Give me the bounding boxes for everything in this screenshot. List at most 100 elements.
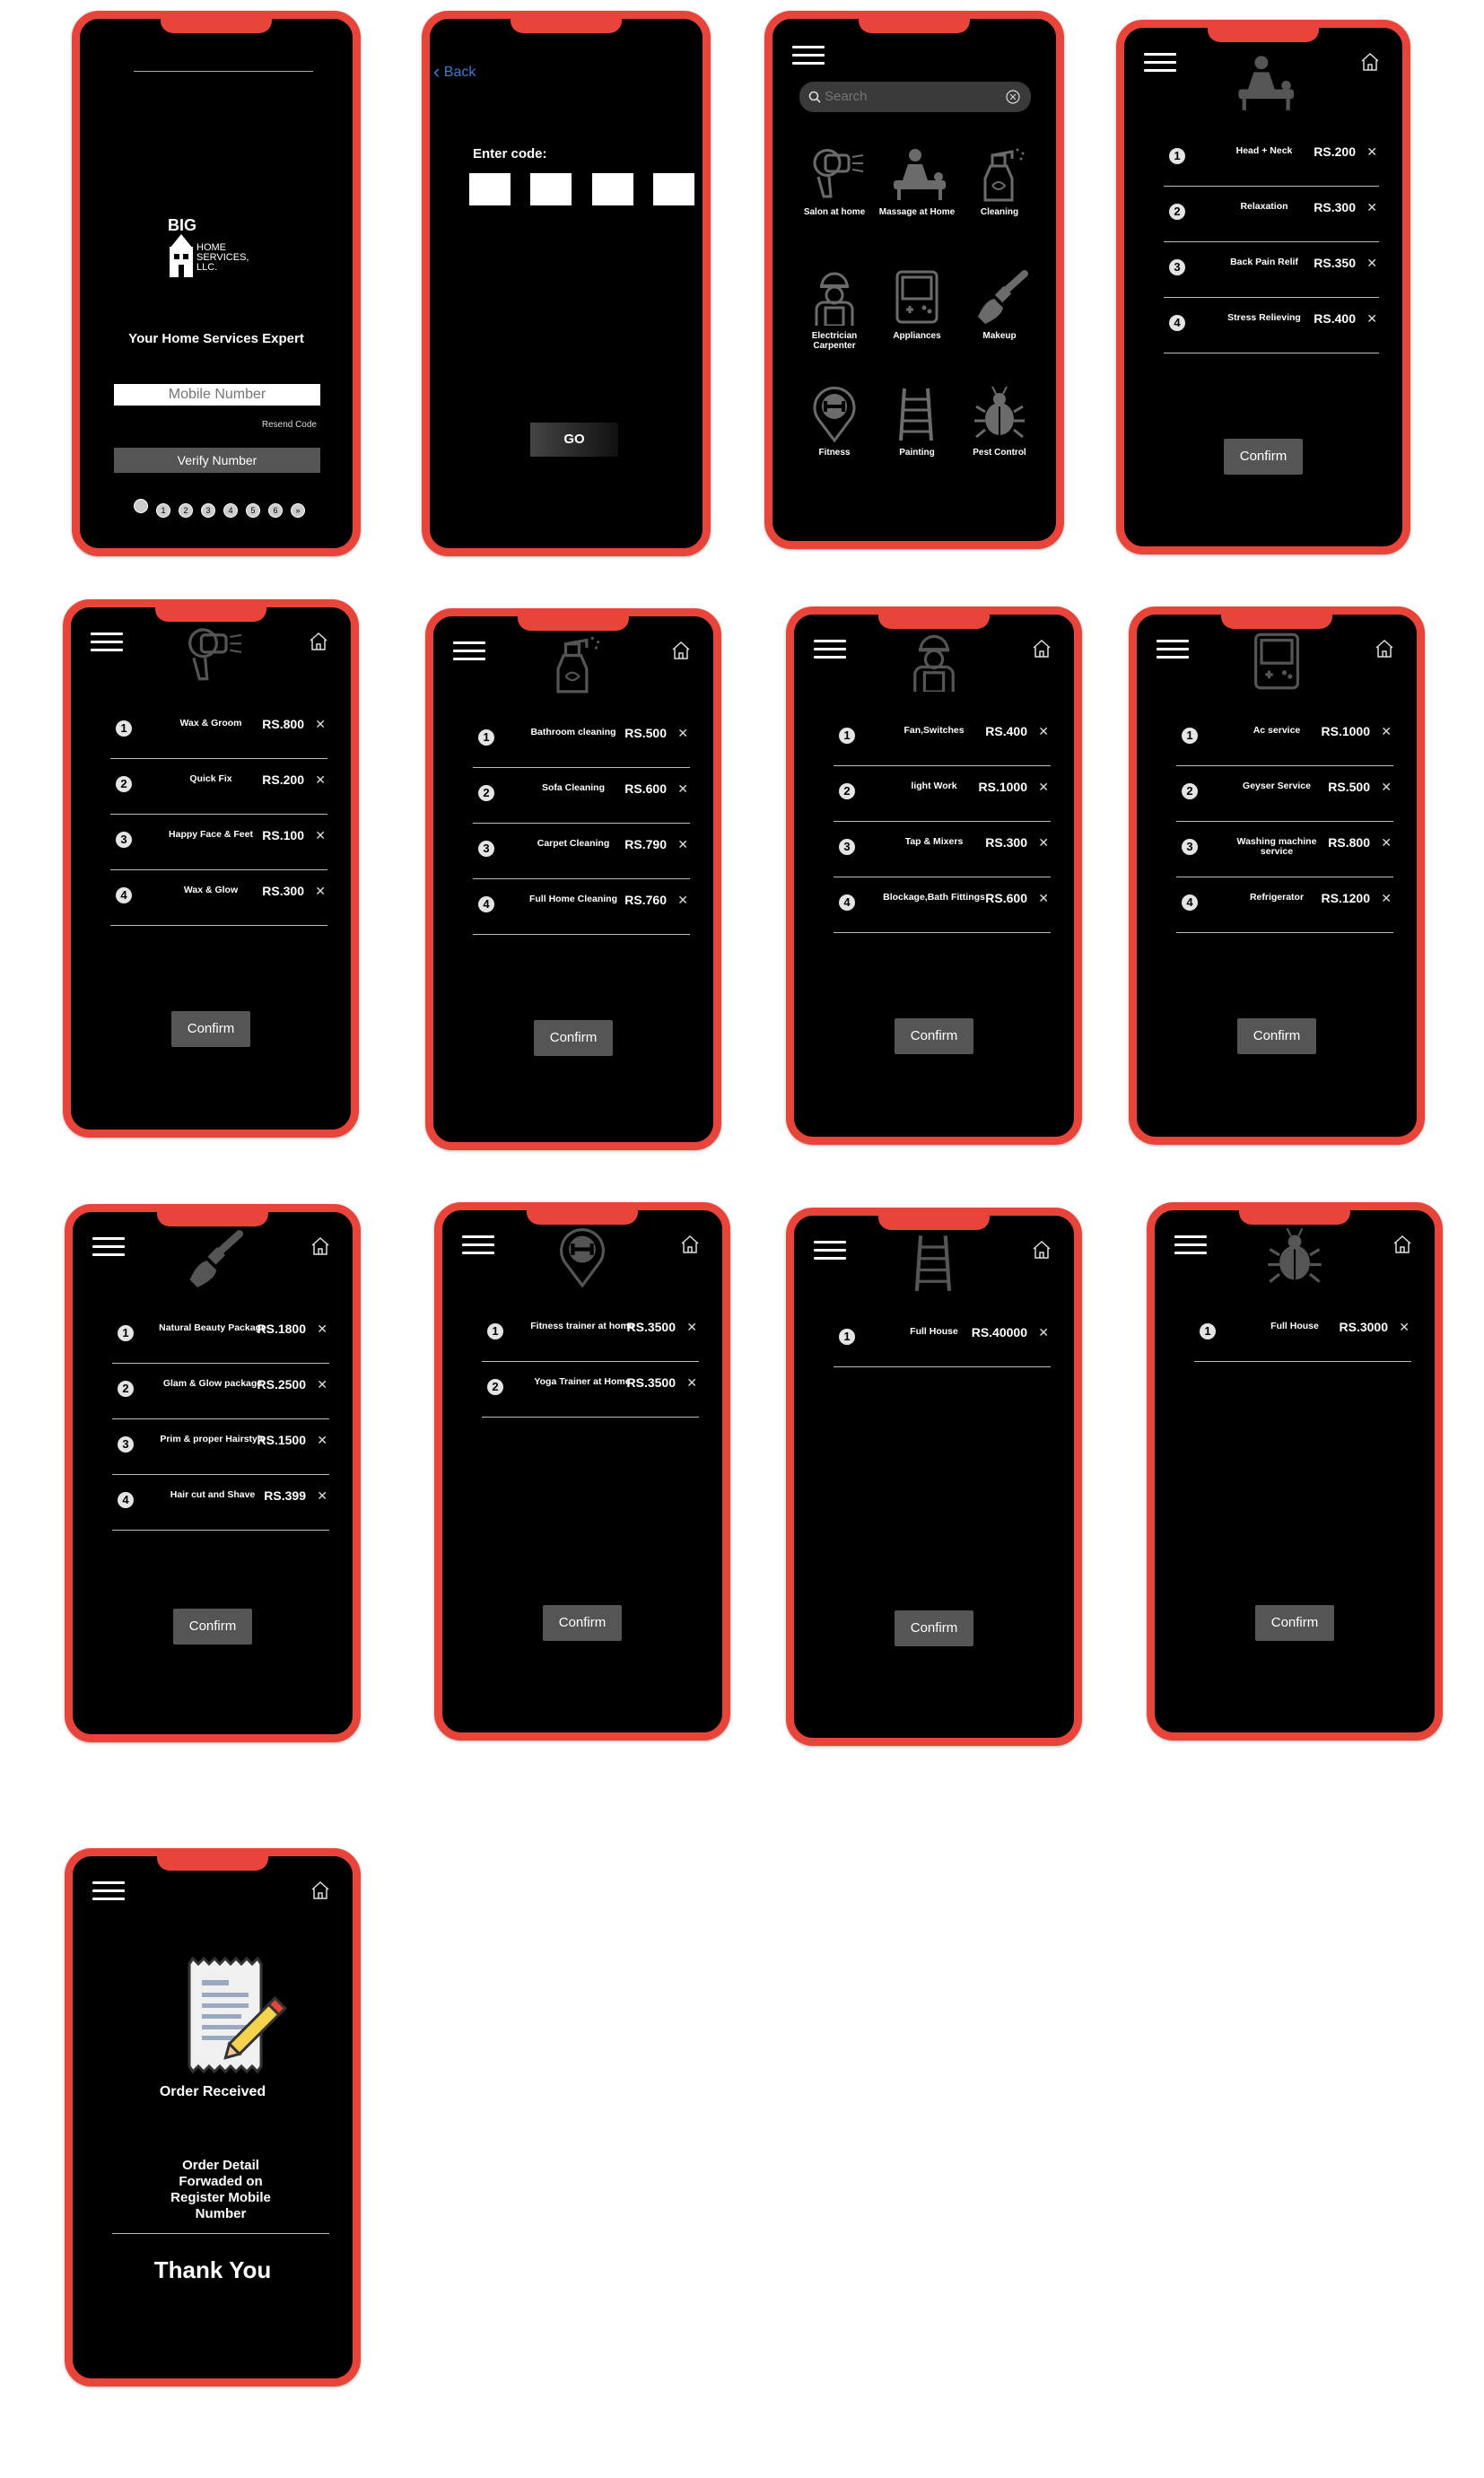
- service-tile[interactable]: Salon at home: [794, 144, 875, 217]
- confirm-button[interactable]: Confirm: [171, 1011, 250, 1047]
- service-tile[interactable]: Massage at Home: [877, 144, 957, 217]
- search-input[interactable]: [825, 87, 986, 105]
- service-row[interactable]: 3 Prim & proper Hairstyle RS.1500 ✕: [112, 1422, 329, 1475]
- service-row[interactable]: 1 Head + Neck RS.200 ✕: [1164, 134, 1379, 187]
- service-tile[interactable]: Electrician Carpenter: [794, 268, 875, 351]
- code-digit-1[interactable]: [469, 173, 511, 205]
- back-button[interactable]: ‹ Back: [433, 60, 476, 83]
- remove-icon[interactable]: ✕: [317, 1488, 327, 1504]
- remove-icon[interactable]: ✕: [317, 1377, 327, 1392]
- remove-icon[interactable]: ✕: [686, 1375, 697, 1391]
- service-row[interactable]: 3 Happy Face & Feet RS.100 ✕: [110, 817, 327, 870]
- remove-icon[interactable]: ✕: [1381, 724, 1392, 739]
- remove-icon[interactable]: ✕: [686, 1320, 697, 1335]
- remove-icon[interactable]: ✕: [315, 828, 326, 843]
- home-icon[interactable]: [1392, 1234, 1413, 1255]
- remove-icon[interactable]: ✕: [1366, 200, 1377, 215]
- service-tile[interactable]: Appliances: [877, 268, 957, 341]
- service-tile[interactable]: Painting: [877, 385, 957, 458]
- hamburger-menu-icon[interactable]: [792, 46, 825, 65]
- service-row[interactable]: 2 light Work RS.1000 ✕: [834, 769, 1051, 822]
- home-icon[interactable]: [670, 640, 692, 661]
- service-row[interactable]: 3 Washing machine service RS.800 ✕: [1176, 825, 1393, 877]
- remove-icon[interactable]: ✕: [1038, 835, 1049, 851]
- remove-icon[interactable]: ✕: [1038, 780, 1049, 795]
- remove-icon[interactable]: ✕: [1366, 256, 1377, 271]
- home-icon[interactable]: [1031, 1239, 1052, 1261]
- home-icon[interactable]: [310, 1235, 331, 1257]
- confirm-button[interactable]: Confirm: [1237, 1018, 1316, 1054]
- code-digit-3[interactable]: [592, 173, 633, 205]
- service-row[interactable]: 2 Sofa Cleaning RS.600 ✕: [473, 771, 690, 824]
- confirm-button[interactable]: Confirm: [543, 1605, 622, 1641]
- remove-icon[interactable]: ✕: [677, 726, 688, 741]
- remove-icon[interactable]: ✕: [1366, 144, 1377, 160]
- service-row[interactable]: 1 Ac service RS.1000 ✕: [1176, 713, 1393, 766]
- hamburger-menu-icon[interactable]: [91, 633, 123, 652]
- remove-icon[interactable]: ✕: [1381, 780, 1392, 795]
- service-row[interactable]: 1 Bathroom cleaning RS.500 ✕: [473, 715, 690, 768]
- remove-icon[interactable]: ✕: [315, 717, 326, 732]
- service-row[interactable]: 3 Tap & Mixers RS.300 ✕: [834, 825, 1051, 877]
- service-row[interactable]: 4 Blockage,Bath Fittings RS.600 ✕: [834, 880, 1051, 933]
- service-row[interactable]: 1 Fitness trainer at home RS.3500 ✕: [482, 1309, 699, 1362]
- mobile-number-input[interactable]: [114, 384, 320, 406]
- remove-icon[interactable]: ✕: [1038, 891, 1049, 906]
- page-dot[interactable]: 1: [156, 503, 170, 518]
- remove-icon[interactable]: ✕: [315, 772, 326, 788]
- confirm-button[interactable]: Confirm: [1224, 439, 1303, 475]
- service-tile[interactable]: Cleaning: [959, 144, 1040, 217]
- code-digit-2[interactable]: [530, 173, 572, 205]
- home-icon[interactable]: [308, 631, 329, 652]
- home-icon[interactable]: [1374, 638, 1395, 659]
- service-row[interactable]: 1 Full House RS.3000 ✕: [1194, 1309, 1411, 1362]
- page-dot[interactable]: 5: [246, 503, 260, 518]
- clear-search-icon[interactable]: [1006, 90, 1020, 104]
- home-icon[interactable]: [1031, 638, 1052, 659]
- hamburger-menu-icon[interactable]: [1144, 53, 1176, 73]
- remove-icon[interactable]: ✕: [1381, 835, 1392, 851]
- confirm-button[interactable]: Confirm: [534, 1020, 613, 1056]
- hamburger-menu-icon[interactable]: [1157, 640, 1189, 659]
- confirm-button[interactable]: Confirm: [895, 1018, 973, 1054]
- service-row[interactable]: 4 Refrigerator RS.1200 ✕: [1176, 880, 1393, 933]
- service-row[interactable]: 4 Full Home Cleaning RS.760 ✕: [473, 882, 690, 935]
- remove-icon[interactable]: ✕: [315, 884, 326, 899]
- remove-icon[interactable]: ✕: [677, 837, 688, 852]
- page-dot[interactable]: 2: [179, 503, 193, 518]
- confirm-button[interactable]: Confirm: [1255, 1605, 1334, 1641]
- verify-number-button[interactable]: Verify Number: [114, 448, 320, 473]
- page-dot[interactable]: 6: [268, 503, 283, 518]
- service-row[interactable]: 1 Full House RS.40000 ✕: [834, 1314, 1051, 1367]
- page-dot[interactable]: 3: [201, 503, 215, 518]
- hamburger-menu-icon[interactable]: [814, 1241, 846, 1261]
- hamburger-menu-icon[interactable]: [92, 1237, 125, 1257]
- service-row[interactable]: 1 Natural Beauty Package RS.1800 ✕: [112, 1311, 329, 1364]
- service-row[interactable]: 3 Back Pain Relif RS.350 ✕: [1164, 245, 1379, 298]
- remove-icon[interactable]: ✕: [677, 893, 688, 908]
- hamburger-menu-icon[interactable]: [453, 641, 485, 661]
- service-row[interactable]: 1 Fan,Switches RS.400 ✕: [834, 713, 1051, 766]
- service-row[interactable]: 4 Hair cut and Shave RS.399 ✕: [112, 1478, 329, 1531]
- remove-icon[interactable]: ✕: [1381, 891, 1392, 906]
- service-row[interactable]: 2 Geyser Service RS.500 ✕: [1176, 769, 1393, 822]
- service-row[interactable]: 2 Glam & Glow package RS.2500 ✕: [112, 1366, 329, 1419]
- remove-icon[interactable]: ✕: [1366, 311, 1377, 327]
- service-row[interactable]: 2 Yoga Trainer at Home RS.3500 ✕: [482, 1365, 699, 1418]
- page-dot[interactable]: 4: [223, 503, 238, 518]
- service-row[interactable]: 4 Wax & Glow RS.300 ✕: [110, 873, 327, 926]
- go-button[interactable]: GO: [530, 423, 618, 457]
- hamburger-menu-icon[interactable]: [92, 1881, 125, 1901]
- service-tile[interactable]: Fitness: [794, 385, 875, 458]
- code-digit-4[interactable]: [653, 173, 694, 205]
- remove-icon[interactable]: ✕: [1038, 724, 1049, 739]
- service-row[interactable]: 1 Wax & Groom RS.800 ✕: [110, 706, 327, 759]
- hamburger-menu-icon[interactable]: [1174, 1235, 1207, 1255]
- service-row[interactable]: 3 Carpet Cleaning RS.790 ✕: [473, 826, 690, 879]
- service-tile[interactable]: Makeup: [959, 268, 1040, 341]
- resend-code-link[interactable]: Resend Code: [262, 420, 317, 430]
- page-dot[interactable]: [134, 499, 148, 513]
- remove-icon[interactable]: ✕: [677, 781, 688, 797]
- remove-icon[interactable]: ✕: [1399, 1320, 1410, 1335]
- page-dot[interactable]: »: [291, 503, 305, 518]
